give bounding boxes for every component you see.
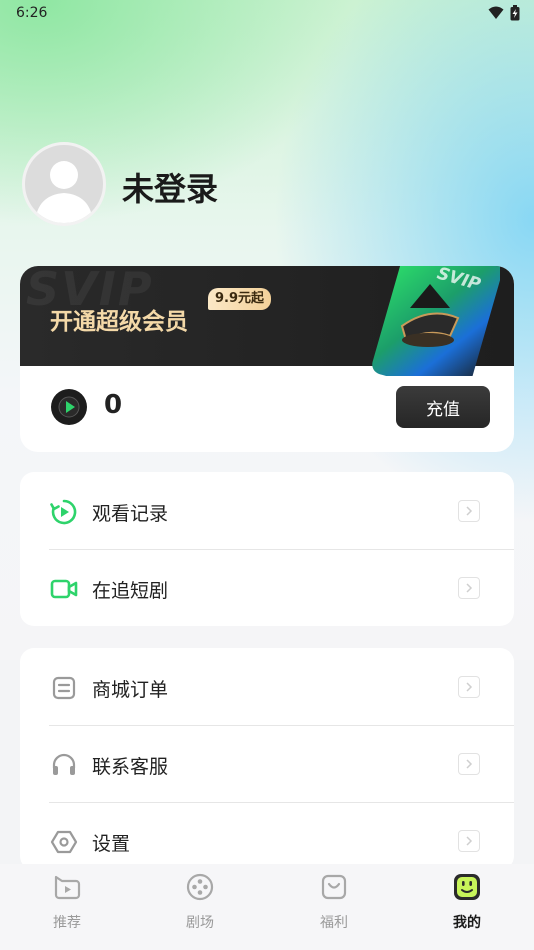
login-prompt[interactable]: 未登录 — [122, 164, 218, 210]
menu-label: 商城订单 — [92, 679, 169, 701]
menu-group-watch: 观看记录 在追短剧 — [20, 472, 514, 626]
vip-title: 开通超级会员 — [50, 309, 188, 335]
gift-bag-icon — [321, 874, 347, 900]
tab-recommend[interactable]: 推荐 — [27, 872, 107, 932]
status-icons — [488, 5, 520, 21]
coin-badge-icon — [51, 389, 87, 425]
tab-label: 福利 — [320, 915, 348, 931]
wifi-icon — [488, 6, 504, 19]
menu-item-mall-orders[interactable]: 商城订单 — [20, 648, 514, 725]
vip-card: SVIP 开通超级会员 9.9元起 SVIP 0 充值 — [20, 266, 514, 452]
tab-label: 推荐 — [53, 915, 81, 931]
menu-group-service: 商城订单 联系客服 设置 — [20, 648, 514, 870]
order-list-icon — [52, 676, 76, 700]
svip-card-icon: SVIP — [372, 266, 500, 376]
default-avatar-icon — [35, 161, 93, 223]
menu-item-watch-history[interactable]: 观看记录 — [20, 472, 514, 549]
smiley-face-icon — [454, 874, 480, 900]
bottom-tab-bar: 推荐 剧场 福利 我的 — [0, 864, 534, 950]
chevron-right-icon — [458, 753, 480, 775]
wallet-row: 0 充值 — [20, 366, 514, 452]
battery-charging-icon — [510, 5, 520, 21]
tab-label: 我的 — [453, 915, 481, 931]
menu-label: 在追短剧 — [92, 580, 169, 602]
chevron-right-icon — [458, 577, 480, 599]
headset-icon — [52, 753, 76, 775]
menu-item-following-dramas[interactable]: 在追短剧 — [20, 549, 514, 626]
recommend-icon — [54, 875, 81, 900]
chevron-right-icon — [458, 500, 480, 522]
tab-theater[interactable]: 剧场 — [160, 872, 240, 932]
avatar[interactable] — [22, 142, 106, 226]
menu-item-customer-service[interactable]: 联系客服 — [20, 725, 514, 802]
menu-label: 观看记录 — [92, 503, 169, 525]
menu-item-settings[interactable]: 设置 — [20, 802, 514, 870]
history-icon — [50, 499, 77, 525]
tab-welfare[interactable]: 福利 — [294, 872, 374, 932]
vip-banner[interactable]: SVIP 开通超级会员 9.9元起 SVIP — [20, 266, 514, 376]
chevron-right-icon — [458, 830, 480, 852]
menu-label: 联系客服 — [92, 756, 169, 778]
menu-label: 设置 — [92, 833, 131, 855]
video-camera-icon — [50, 579, 78, 599]
chevron-right-icon — [458, 676, 480, 698]
tab-label: 剧场 — [186, 915, 214, 931]
status-time: 6:26 — [16, 5, 48, 21]
tab-mine[interactable]: 我的 — [427, 872, 507, 932]
vip-price-badge: 9.9元起 — [208, 288, 272, 310]
film-reel-icon — [186, 873, 214, 901]
recharge-button[interactable]: 充值 — [396, 386, 490, 428]
settings-hexagon-icon — [50, 830, 78, 854]
coin-count: 0 — [104, 390, 123, 420]
status-bar: 6:26 — [0, 0, 534, 28]
